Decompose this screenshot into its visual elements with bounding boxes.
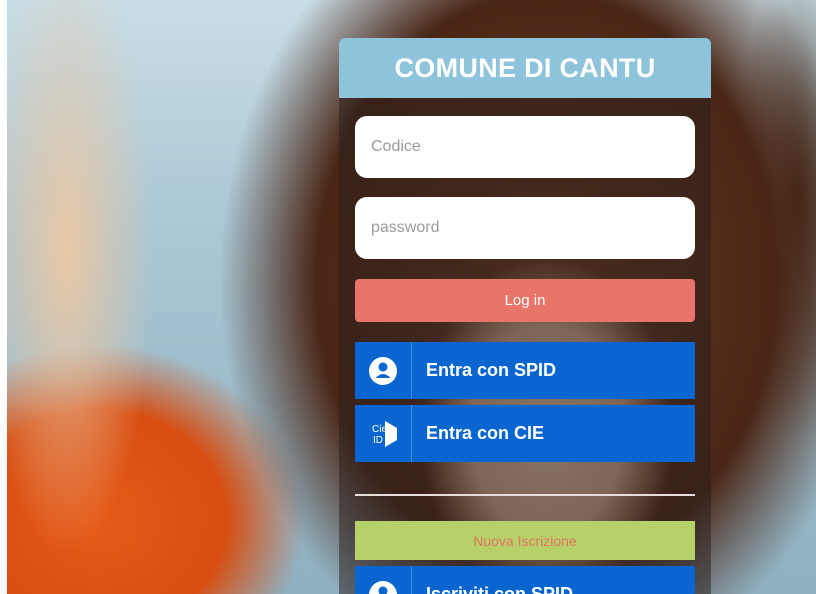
code-input[interactable] xyxy=(355,116,695,178)
spid-register-button[interactable]: Iscriviti con SPID xyxy=(355,566,695,594)
spid-login-label: Entra con SPID xyxy=(426,360,557,380)
login-button-label: Log in xyxy=(504,292,546,309)
cie-id-icon: Cie ID xyxy=(355,405,412,462)
spid-user-icon xyxy=(355,342,412,399)
spid-login-button[interactable]: Entra con SPID xyxy=(355,342,695,399)
panel-header: COMUNE DI CANTU xyxy=(339,38,711,98)
password-input[interactable] xyxy=(355,197,695,259)
cie-icon-text-top: Cie xyxy=(372,424,387,435)
login-button[interactable]: Log in xyxy=(355,279,695,322)
cie-login-label: Entra con CIE xyxy=(426,423,545,443)
new-registration-label: Nuova Iscrizione xyxy=(473,532,577,549)
login-panel: COMUNE DI CANTU Log in Entra con SPID Ci… xyxy=(339,38,711,594)
cie-login-button[interactable]: Cie ID Entra con CIE xyxy=(355,405,695,462)
spid-user-icon xyxy=(355,566,412,594)
page-title: COMUNE DI CANTU xyxy=(394,52,656,83)
new-registration-button[interactable]: Nuova Iscrizione xyxy=(355,521,695,560)
divider xyxy=(355,494,695,496)
cie-icon-text-bottom: ID xyxy=(373,435,383,446)
spid-register-label: Iscriviti con SPID xyxy=(426,584,574,594)
